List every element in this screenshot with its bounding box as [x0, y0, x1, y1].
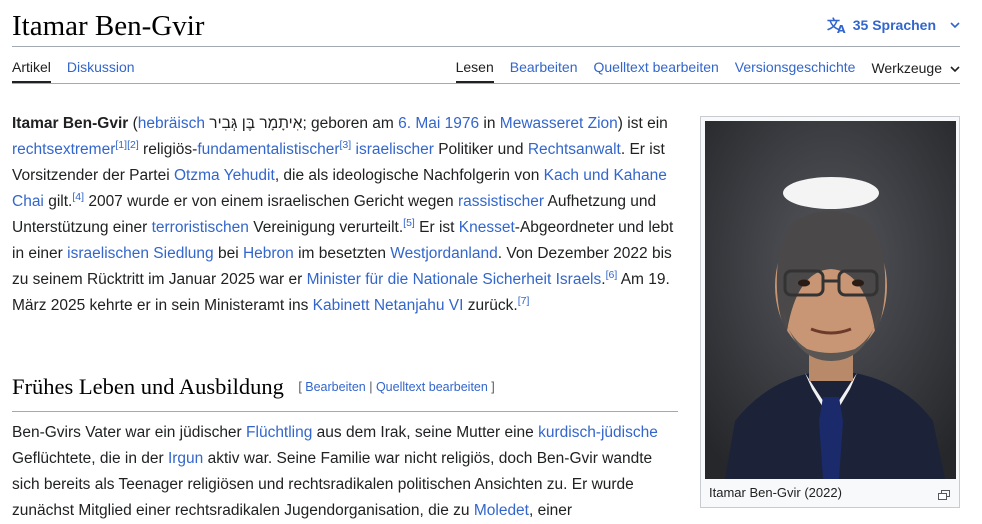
text: im besetzten [293, 245, 391, 262]
tools-label[interactable]: Werkzeuge [871, 60, 942, 76]
link-israelischer[interactable]: israelischer [356, 141, 434, 158]
section-source-edit-button[interactable]: Quelltext bearbeiten [376, 380, 488, 394]
ref-4[interactable]: [4] [72, 191, 84, 203]
link-kurdisch-juedisch[interactable]: kurdisch-jüdische [538, 424, 658, 441]
page-tabs: Artikel Diskussion Lesen Bearbeiten Quel… [12, 56, 960, 84]
text: Geflüchtete, die in der [12, 450, 168, 467]
ref-7[interactable]: [7] [518, 295, 530, 307]
tab-quelltext-bearbeiten[interactable]: Quelltext bearbeiten [593, 59, 718, 83]
text: Ben-Gvirs Vater war ein jüdischer [12, 424, 247, 441]
link-fundamentalism[interactable]: fundamentalistischer [197, 141, 339, 158]
page-title: Itamar Ben-Gvir [12, 10, 205, 42]
link-kabinett[interactable]: Kabinett Netanjahu VI [313, 297, 464, 314]
text: ; geboren am [302, 115, 399, 132]
link-rassismus[interactable]: rassistischer [458, 193, 544, 210]
link-hebron[interactable]: Hebron [243, 245, 294, 262]
chevron-down-icon [950, 60, 960, 76]
svg-text:A: A [837, 23, 846, 34]
tools-menu[interactable]: Werkzeuge [871, 59, 960, 83]
text: gilt. [43, 193, 73, 210]
hebrew-name: אִיתָמָר בֶּן גְּבִיר [209, 115, 303, 132]
section-paragraph: Ben-Gvirs Vater war ein jüdischer Flücht… [12, 420, 682, 524]
ref-5[interactable]: [5] [403, 217, 415, 229]
text: zurück. [463, 297, 518, 314]
tab-artikel[interactable]: Artikel [12, 59, 51, 83]
tab-lesen[interactable]: Lesen [455, 59, 494, 83]
intro-paragraph: Itamar Ben-Gvir (hebräisch אִיתָמָר בֶּן… [12, 115, 674, 314]
tab-bearbeiten[interactable]: Bearbeiten [510, 59, 578, 83]
link-knesset[interactable]: Knesset [459, 219, 515, 236]
expand-image-icon[interactable] [938, 487, 950, 505]
article-subject: Itamar Ben-Gvir [12, 115, 129, 132]
chevron-down-icon [950, 21, 960, 29]
text: 2007 wurde er von einem israelischen Ger… [84, 193, 458, 210]
link-birth-place[interactable]: Mewasseret Zion [500, 115, 618, 132]
bracket: ] [487, 380, 495, 394]
section-heading: Frühes Leben und Ausbildung [ Bearbeiten… [12, 374, 678, 412]
link-moledet[interactable]: Moledet [474, 502, 529, 519]
text: religiös- [138, 141, 198, 158]
section-edit-button[interactable]: Bearbeiten [305, 380, 365, 394]
link-rechtsextrem[interactable]: rechtsextremer [12, 141, 115, 158]
ref-6[interactable]: [6] [606, 269, 618, 281]
text: bei [213, 245, 243, 262]
text: Vereinigung verurteilt. [248, 219, 404, 236]
text: , einer [529, 502, 573, 519]
ref-1[interactable]: [1] [115, 139, 127, 151]
languages-label[interactable]: 35 Sprachen [853, 17, 936, 33]
text: ) ist ein [617, 115, 668, 132]
title-divider [12, 46, 960, 47]
tabs-divider [12, 83, 960, 84]
link-siedlung[interactable]: israelischen Siedlung [67, 245, 213, 262]
section-title: Frühes Leben und Ausbildung [12, 374, 284, 399]
link-fluechtling[interactable]: Flüchtling [246, 424, 312, 441]
ref-2[interactable]: [2] [127, 139, 139, 151]
translate-icon: 文A [827, 16, 847, 34]
text: Er ist [414, 219, 459, 236]
text: aus dem Irak, seine Mutter eine [312, 424, 539, 441]
ref-3[interactable]: [3] [340, 139, 352, 151]
section-edit-links: [ Bearbeiten | Quelltext bearbeiten ] [298, 380, 494, 394]
image-caption: Itamar Ben-Gvir (2022) [709, 485, 842, 500]
text: in [479, 115, 500, 132]
language-selector[interactable]: 文A 35 Sprachen [827, 16, 960, 34]
link-rechtsanwalt[interactable]: Rechtsanwalt [528, 141, 621, 158]
link-hebraeisch[interactable]: hebräisch [138, 115, 205, 132]
text: , die als ideologische Nachfolgerin von [274, 167, 544, 184]
link-terrorismus[interactable]: terroristischen [152, 219, 249, 236]
infobox: Itamar Ben-Gvir (2022) [700, 116, 960, 508]
tab-diskussion[interactable]: Diskussion [67, 59, 135, 83]
link-otzma-yehudit[interactable]: Otzma Yehudit [174, 167, 275, 184]
text: Politiker und [433, 141, 528, 158]
link-irgun[interactable]: Irgun [168, 450, 203, 467]
link-westjordanland[interactable]: Westjordanland [390, 245, 497, 262]
link-minister[interactable]: Minister für die Nationale Sicherheit Is… [307, 271, 602, 288]
link-birth-date[interactable]: 6. Mai 1976 [398, 115, 479, 132]
portrait-image[interactable] [705, 121, 956, 479]
separator: | [365, 380, 376, 394]
tab-versionsgeschichte[interactable]: Versionsgeschichte [735, 59, 856, 83]
